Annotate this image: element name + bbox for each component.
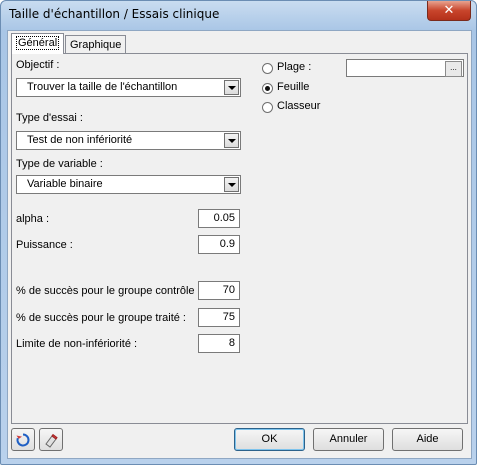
tab-graphique[interactable]: Graphique — [65, 35, 127, 54]
objectif-value: Trouver la taille de l'échantillon — [27, 81, 178, 93]
puissance-label: Puissance : — [16, 239, 73, 251]
dialog-client-area: Général Graphique Objectif : Trouver la … — [7, 30, 472, 459]
tab-general-label: Général — [16, 36, 60, 50]
type-variable-select[interactable]: Variable binaire — [16, 175, 241, 194]
ok-button[interactable]: OK — [234, 428, 305, 451]
type-essai-select[interactable]: Test de non infériorité — [16, 131, 241, 150]
eraser-icon — [45, 433, 58, 448]
feuille-radio[interactable] — [262, 83, 273, 94]
plage-label: Plage : — [277, 61, 312, 73]
chevron-down-icon[interactable] — [224, 80, 239, 95]
objectif-label: Objectif : — [16, 59, 60, 71]
limite-label: Limite de non-infériorité : — [16, 338, 138, 350]
feuille-label: Feuille — [277, 81, 310, 93]
reset-icon — [16, 433, 30, 447]
range-picker-button[interactable]: ... — [445, 61, 462, 77]
classeur-radio[interactable] — [262, 102, 273, 113]
type-essai-value: Test de non infériorité — [27, 134, 133, 146]
range-input[interactable]: ... — [346, 59, 464, 77]
alpha-input[interactable]: 0.05 — [198, 209, 240, 228]
chevron-down-icon[interactable] — [224, 133, 239, 148]
alpha-label: alpha : — [16, 213, 50, 225]
dialog-window: Taille d'échantillon / Essais clinique ✕… — [0, 0, 477, 465]
type-essai-label: Type d'essai : — [16, 112, 83, 124]
plage-radio[interactable] — [262, 63, 273, 74]
clear-button[interactable] — [39, 428, 63, 451]
classeur-label: Classeur — [277, 100, 321, 112]
succes-controle-label: % de succès pour le groupe contrôle : — [16, 285, 201, 297]
chevron-down-icon[interactable] — [224, 177, 239, 192]
reset-button[interactable] — [11, 428, 35, 451]
tab-graphique-label: Graphique — [70, 39, 122, 51]
type-variable-value: Variable binaire — [27, 178, 103, 190]
succes-traite-label: % de succès pour le groupe traité : — [16, 312, 186, 324]
tab-general[interactable]: Général — [11, 33, 65, 54]
succes-traite-input[interactable]: 75 — [198, 308, 240, 327]
close-button[interactable]: ✕ — [427, 1, 471, 21]
aide-button[interactable]: Aide — [392, 428, 463, 451]
puissance-input[interactable]: 0.9 — [198, 235, 240, 254]
succes-controle-input[interactable]: 70 — [198, 281, 240, 300]
window-title: Taille d'échantillon / Essais clinique — [9, 7, 220, 21]
type-variable-label: Type de variable : — [16, 158, 103, 170]
limite-input[interactable]: 8 — [198, 334, 240, 353]
annuler-button[interactable]: Annuler — [313, 428, 384, 451]
objectif-select[interactable]: Trouver la taille de l'échantillon — [16, 78, 241, 97]
